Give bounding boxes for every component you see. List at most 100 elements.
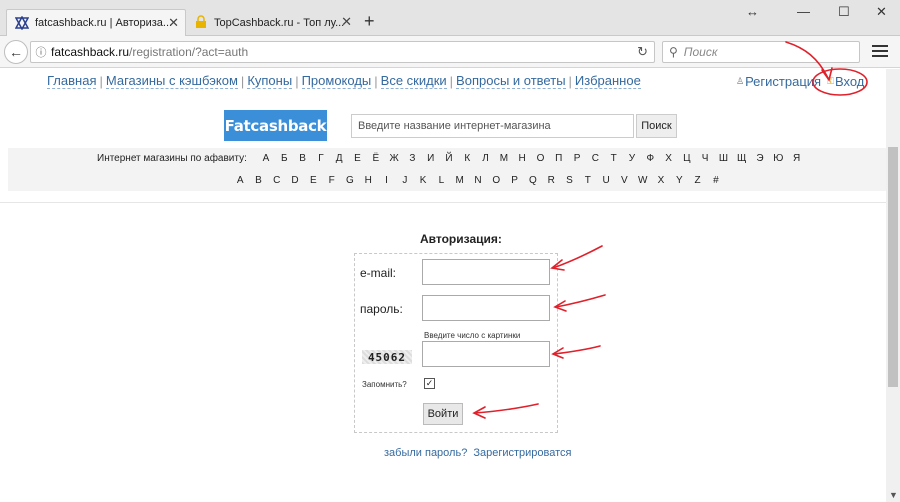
alphabet-letter-en[interactable]: X [652, 175, 670, 186]
alphabet-letter-en[interactable]: P [505, 175, 523, 186]
back-button[interactable]: ← [4, 40, 28, 64]
hamburger-menu-icon[interactable] [872, 45, 888, 59]
alphabet-letter-ru[interactable]: Э [751, 153, 769, 164]
alphabet-letter-ru[interactable]: И [422, 153, 440, 164]
tab-close-icon[interactable]: ✕ [168, 15, 179, 31]
nav-link-discounts[interactable]: Все скидки [380, 74, 447, 89]
tab-close-icon[interactable]: ✕ [341, 14, 352, 30]
alphabet-letter-en[interactable]: F [322, 175, 340, 186]
captcha-field[interactable] [422, 341, 550, 367]
site-logo[interactable]: Fatcashback [224, 110, 327, 141]
alphabet-letter-en[interactable]: E [304, 175, 322, 186]
alphabet-letter-en[interactable]: H [359, 175, 377, 186]
alphabet-letter-en[interactable]: R [542, 175, 560, 186]
alphabet-letter-ru[interactable]: Н [513, 153, 531, 164]
alphabet-letter-en[interactable]: U [597, 175, 615, 186]
alphabet-letter-ru[interactable]: Я [787, 153, 805, 164]
alphabet-letter-ru[interactable]: А [257, 153, 275, 164]
nav-link-coupons[interactable]: Купоны [247, 74, 293, 89]
alphabet-letter-en[interactable]: L [432, 175, 450, 186]
alphabet-letter-en[interactable]: A [231, 175, 249, 186]
alphabet-letter-en[interactable]: Y [670, 175, 688, 186]
new-tab-button[interactable]: + [364, 12, 375, 30]
alphabet-letter-en[interactable]: I [377, 175, 395, 186]
alphabet-letter-ru[interactable]: Ш [714, 153, 732, 164]
email-field[interactable] [422, 259, 550, 285]
close-window-button[interactable]: ✕ [876, 4, 887, 20]
alphabet-letter-en[interactable]: K [414, 175, 432, 186]
login-title: Авторизация: [420, 232, 502, 246]
alphabet-letter-ru[interactable]: В [293, 153, 311, 164]
nav-link-shops[interactable]: Магазины с кэшбэком [105, 74, 238, 89]
alphabet-letter-ru[interactable]: П [550, 153, 568, 164]
alphabet-letter-ru[interactable]: Л [476, 153, 494, 164]
alphabet-letter-ru[interactable]: Ж [385, 153, 403, 164]
alphabet-letter-en[interactable]: G [341, 175, 359, 186]
alphabet-letter-en[interactable]: O [487, 175, 505, 186]
shop-search-input[interactable]: Введите название интернет-магазина [351, 114, 634, 138]
nav-link-home[interactable]: Главная [47, 74, 97, 89]
nav-link-faq[interactable]: Вопросы и ответы [456, 74, 566, 89]
register-link[interactable]: Регистрация [745, 74, 821, 89]
alphabet-letter-ru[interactable]: О [531, 153, 549, 164]
alphabet-letter-ru[interactable]: З [403, 153, 421, 164]
login-link[interactable]: Вход [835, 74, 864, 89]
alphabet-letter-en[interactable]: M [451, 175, 469, 186]
minimize-button[interactable]: — [797, 4, 810, 19]
scroll-down-icon[interactable]: ▼ [889, 490, 898, 500]
alphabet-letter-en[interactable]: D [286, 175, 304, 186]
alphabet-letter-en[interactable]: J [396, 175, 414, 186]
alphabet-letter-ru[interactable]: Д [330, 153, 348, 164]
nav-bar: ← ⓘ fatcashback.ru/registration/?act=aut… [0, 36, 900, 68]
alphabet-letter-ru[interactable]: Ё [367, 153, 385, 164]
nav-link-promocodes[interactable]: Промокоды [301, 74, 372, 89]
remember-checkbox[interactable]: ✓ [424, 378, 435, 389]
forgot-password-link[interactable]: забыли пароль? [384, 447, 467, 459]
search-placeholder: Поиск [683, 45, 718, 59]
alphabet-letter-ru[interactable]: Щ [733, 153, 751, 164]
alphabet-letter-ru[interactable]: Й [440, 153, 458, 164]
login-submit-button[interactable]: Войти [423, 403, 463, 425]
alphabet-letter-en[interactable]: # [707, 175, 725, 186]
browser-search-input[interactable]: ⚲ Поиск [662, 41, 860, 63]
tab-fatcashback[interactable]: fatcashback.ru | Авториза... ✕ [6, 9, 186, 36]
alphabet-letter-ru[interactable]: Х [659, 153, 677, 164]
alphabet-letter-en[interactable]: B [249, 175, 267, 186]
key-icon: ⚿ [827, 76, 834, 86]
alphabet-letter-en[interactable]: Q [524, 175, 542, 186]
alphabet-letter-en[interactable]: T [579, 175, 597, 186]
password-field[interactable] [422, 295, 550, 321]
alphabet-letter-ru[interactable]: Ц [678, 153, 696, 164]
alphabet-letter-en[interactable]: C [268, 175, 286, 186]
alphabet-letter-en[interactable]: Z [688, 175, 706, 186]
alphabet-letter-ru[interactable]: Р [568, 153, 586, 164]
tab-topcashback[interactable]: TopCashback.ru - Топ лу... ✕ [186, 9, 358, 36]
register-account-link[interactable]: Зарегистрироватся [473, 447, 571, 459]
alphabet-letter-en[interactable]: N [469, 175, 487, 186]
alphabet-letter-ru[interactable]: М [495, 153, 513, 164]
reload-icon[interactable]: ↻ [637, 44, 648, 60]
info-icon[interactable]: ⓘ [31, 44, 51, 60]
nav-link-favorites[interactable]: Избранное [574, 74, 641, 89]
shop-search-button[interactable]: Поиск [636, 114, 677, 138]
vertical-scrollbar[interactable]: ▼ [886, 69, 900, 502]
alphabet-letter-en[interactable]: S [560, 175, 578, 186]
alphabet-letter-ru[interactable]: Ю [769, 153, 787, 164]
alphabet-letter-en[interactable]: W [634, 175, 652, 186]
scrollbar-thumb[interactable] [888, 147, 898, 387]
alphabet-letter-ru[interactable]: Е [348, 153, 366, 164]
alphabet-letter-ru[interactable]: Ч [696, 153, 714, 164]
password-label: пароль: [360, 302, 403, 316]
alphabet-letter-ru[interactable]: Т [605, 153, 623, 164]
maximize-button[interactable]: ☐ [838, 4, 850, 20]
alphabet-letter-en[interactable]: V [615, 175, 633, 186]
alphabet-letter-ru[interactable]: У [623, 153, 641, 164]
alphabet-letter-ru[interactable]: С [586, 153, 604, 164]
alphabet-letter-ru[interactable]: Ф [641, 153, 659, 164]
alphabet-letter-ru[interactable]: Г [312, 153, 330, 164]
tab-title: fatcashback.ru | Авториза... [35, 17, 173, 29]
alphabet-letter-ru[interactable]: К [458, 153, 476, 164]
url-bar[interactable]: ⓘ fatcashback.ru/registration/?act=auth … [30, 41, 655, 63]
search-icon: ⚲ [669, 45, 678, 59]
alphabet-letter-ru[interactable]: Б [275, 153, 293, 164]
